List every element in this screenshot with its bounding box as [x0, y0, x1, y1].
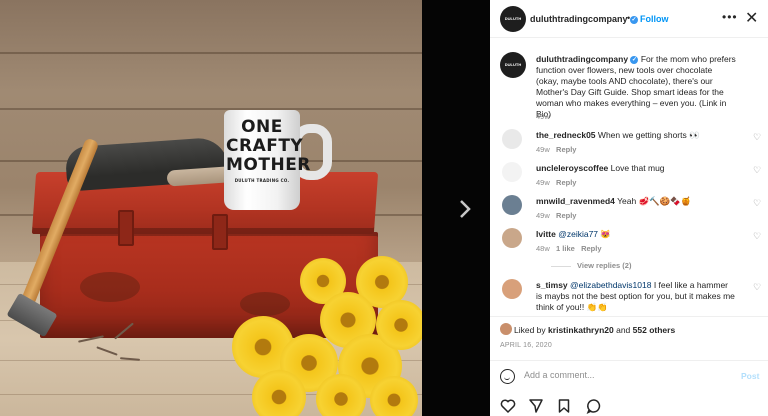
comment-text: s_timsy @elizabethdavis1018 I feel like …	[536, 280, 735, 312]
mug-line1: ONE	[241, 117, 283, 137]
mug-line2: CRAFTY	[226, 136, 304, 156]
comment-username[interactable]: uncleleroyscoffee	[536, 163, 608, 173]
comment-like-count[interactable]: 1 like	[556, 244, 575, 253]
separator-dot: •	[627, 13, 631, 23]
reply-button[interactable]: Reply	[581, 244, 601, 253]
wall-plank-line	[0, 108, 422, 110]
reply-button[interactable]: Reply	[556, 178, 576, 187]
verified-badge-icon: ✓	[630, 55, 639, 64]
likes-section: Liked by kristinkathryn20 and 552 others…	[490, 316, 768, 356]
reply-button[interactable]: Reply	[556, 145, 576, 154]
comment-username[interactable]: s_timsy	[536, 280, 568, 290]
comment-text: the_redneck05 When we getting shorts 👀	[536, 130, 700, 140]
comment-mention[interactable]: @zeikia77	[558, 229, 598, 239]
comment-username[interactable]: the_redneck05	[536, 130, 596, 140]
follow-button[interactable]: Follow	[640, 14, 669, 24]
comment-text: mnwild_ravenmed4 Yeah 🥩🔨🍪🍫🍯	[536, 196, 692, 206]
comment-username[interactable]: lvitte	[536, 229, 556, 239]
commenter-avatar[interactable]	[502, 279, 522, 299]
close-icon[interactable]: ✕	[745, 8, 758, 28]
post-button[interactable]: Post	[741, 371, 759, 381]
comment-meta: 49w Reply	[536, 178, 577, 187]
like-comment-heart-icon[interactable]: ♡	[753, 165, 761, 176]
comment-meta: 49w Reply	[536, 211, 577, 220]
header-username[interactable]: duluthtradingcompany ✓	[530, 14, 639, 24]
emoji-icon[interactable]	[500, 369, 515, 384]
post-photo[interactable]: ONE CRAFTY MOTHER DULUTH TRADING CO.	[0, 0, 422, 416]
more-options-icon[interactable]: •••	[722, 10, 738, 24]
like-comment-heart-icon[interactable]: ♡	[753, 231, 761, 242]
post-actions	[490, 394, 768, 416]
account-avatar[interactable]: DULUTH TRADING	[500, 6, 526, 32]
caption-avatar[interactable]: DULUTH TRADING	[500, 52, 526, 78]
likes-count[interactable]: 552 others	[633, 325, 676, 335]
liker-username[interactable]: kristinkathryn20	[548, 325, 614, 335]
caption-age: 49w	[536, 112, 550, 121]
commenter-avatar[interactable]	[502, 195, 522, 215]
flower	[316, 374, 366, 416]
commenter-avatar[interactable]	[502, 162, 522, 182]
comment-bubble-icon[interactable]	[586, 398, 602, 414]
mug-brand: DULUTH TRADING CO.	[234, 178, 290, 183]
caption-text: duluthtradingcompany ✓ For the mom who p…	[536, 54, 736, 120]
save-bookmark-icon[interactable]	[556, 398, 572, 414]
view-replies-button[interactable]: View replies (2)	[551, 261, 631, 270]
next-photo-chevron-icon[interactable]	[452, 196, 478, 222]
comment-username[interactable]: mnwild_ravenmed4	[536, 196, 615, 206]
mug-print: ONE CRAFTY MOTHER DULUTH TRADING CO.	[226, 117, 311, 184]
comment-text: lvitte @zeikia77 😻	[536, 229, 612, 239]
comment-mention[interactable]: @elizabethdavis1018	[570, 280, 651, 290]
flower	[376, 300, 422, 350]
verified-badge-icon: ✓	[630, 15, 639, 24]
flower	[252, 370, 306, 416]
flower	[370, 376, 418, 416]
post-date: APRIL 16, 2020	[500, 342, 552, 349]
wall-plank-line	[0, 52, 422, 54]
comment-input[interactable]	[524, 370, 724, 380]
commenter-avatar[interactable]	[502, 129, 522, 149]
post-sidebar: DULUTH TRADING duluthtradingcompany ✓ • …	[490, 0, 768, 416]
share-paper-plane-icon[interactable]	[528, 398, 544, 414]
comment-text: uncleleroyscoffee Love that mug	[536, 163, 665, 173]
toolbox-latch	[118, 210, 134, 246]
toolbox-latch	[212, 214, 228, 250]
like-heart-icon[interactable]	[500, 398, 516, 414]
mug-line3: MOTHER	[226, 155, 311, 175]
post-header: DULUTH TRADING duluthtradingcompany ✓ • …	[490, 0, 768, 38]
like-comment-heart-icon[interactable]: ♡	[753, 198, 761, 209]
comment-meta: 48w 1 like Reply	[536, 244, 602, 253]
reply-button[interactable]: Reply	[556, 211, 576, 220]
liker-avatar[interactable]	[500, 323, 512, 335]
liked-by-text: Liked by kristinkathryn20 and 552 others	[514, 325, 676, 335]
comment-meta: 49w Reply	[536, 145, 577, 154]
like-comment-heart-icon[interactable]: ♡	[753, 282, 761, 293]
like-comment-heart-icon[interactable]: ♡	[753, 132, 761, 143]
caption-username[interactable]: duluthtradingcompany ✓	[536, 54, 641, 64]
commenter-avatar[interactable]	[502, 228, 522, 248]
add-comment-bar: Post	[490, 360, 768, 392]
